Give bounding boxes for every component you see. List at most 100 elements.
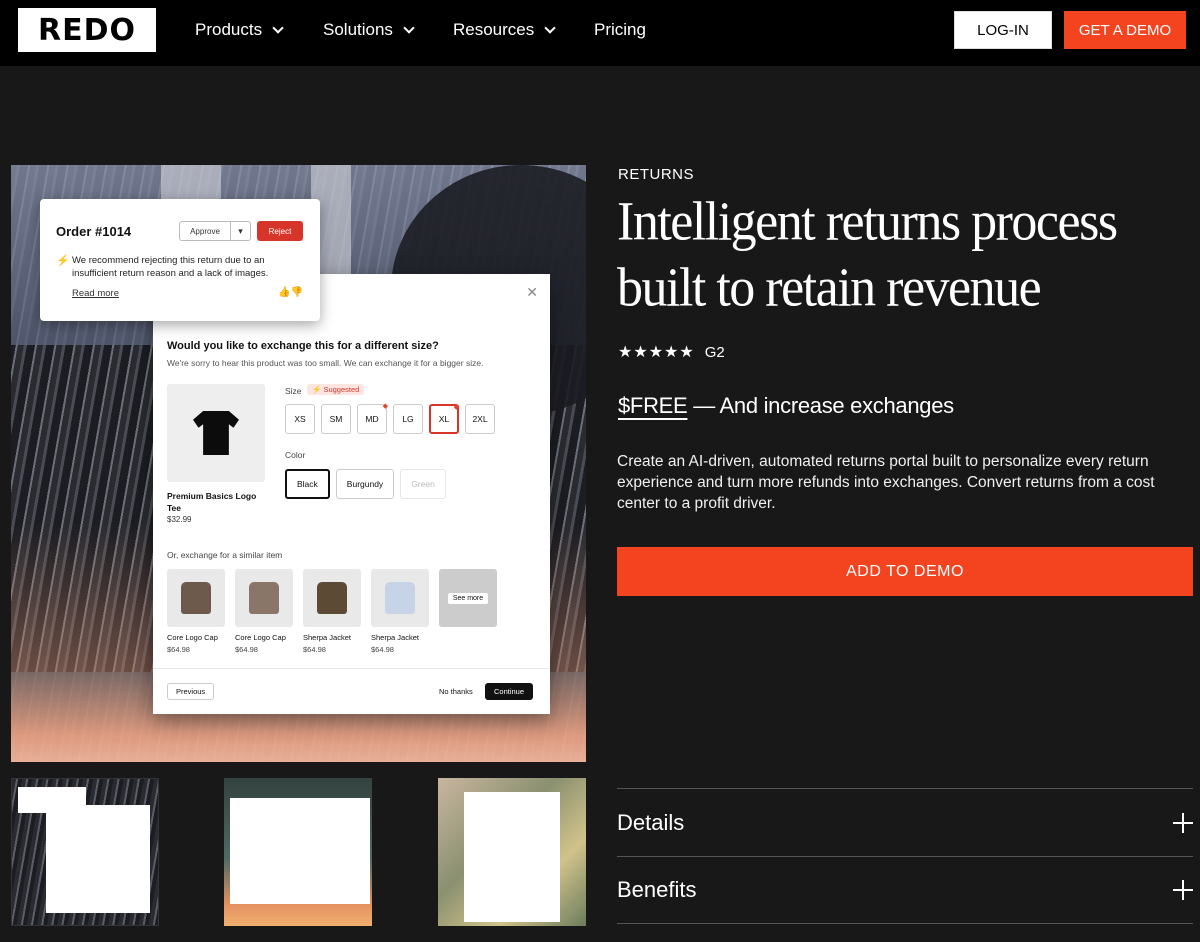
read-more-link[interactable]: Read more	[72, 288, 119, 299]
accordion-details[interactable]: Details	[617, 788, 1193, 856]
close-icon[interactable]: ✕	[526, 284, 538, 301]
size-option-xl-label: XL	[438, 414, 450, 424]
tshirt-icon	[249, 582, 279, 614]
star-rating-icon: ★★★★★	[618, 344, 695, 361]
product-image	[167, 384, 265, 482]
size-option-md-label: MD	[365, 414, 379, 424]
order-title: Order #1014	[56, 224, 132, 239]
jacket-icon	[385, 582, 415, 614]
thumbnail-cart	[464, 792, 560, 922]
similar-item-name: Sherpa Jacket	[371, 633, 419, 642]
similar-item-price: $64.98	[303, 645, 326, 654]
similar-item-image	[371, 569, 429, 627]
size-option-sm[interactable]: SM	[321, 404, 351, 434]
color-option-burgundy[interactable]: Burgundy	[335, 469, 395, 499]
thumbnail-modal	[46, 805, 150, 913]
size-option-lg[interactable]: LG	[393, 404, 423, 434]
approve-group: Approve ▾	[179, 221, 251, 241]
color-option-green[interactable]: Green	[400, 469, 446, 499]
sparkle-icon: ◆	[382, 403, 388, 410]
nav-products[interactable]: Products	[195, 20, 284, 40]
nav-products-label: Products	[195, 20, 263, 39]
size-option-md[interactable]: MD ◆	[357, 403, 388, 434]
chevron-down-icon	[544, 21, 556, 34]
section-eyebrow: RETURNS	[618, 166, 695, 183]
color-option-black[interactable]: Black	[285, 469, 330, 499]
similar-item[interactable]: Sherpa Jacket $64.98	[371, 569, 429, 654]
thumbs-feedback-icon[interactable]: 👍👎	[278, 287, 303, 298]
size-options: XS SM MD ◆ LG XL ◆ 2XL	[285, 403, 495, 434]
product-name: Premium Basics Logo Tee	[167, 491, 257, 513]
exchange-question: Would you like to exchange this for a di…	[167, 340, 439, 352]
similar-item[interactable]: Core Logo Cap $64.98	[235, 569, 293, 654]
top-nav: REDO Products Solutions Resources Pricin…	[0, 0, 1200, 66]
see-more-label: See more	[447, 592, 489, 604]
approve-button[interactable]: Approve	[179, 221, 231, 241]
order-card: Order #1014 Approve ▾ Reject ⚡ We recomm…	[40, 199, 320, 321]
nav-resources[interactable]: Resources	[453, 20, 556, 40]
nav-resources-label: Resources	[453, 20, 535, 39]
gallery-thumbnail-2[interactable]	[224, 778, 372, 926]
suggested-label: Suggested	[323, 385, 360, 394]
rating: ★★★★★ G2	[618, 342, 725, 362]
similar-item-price: $64.98	[371, 645, 394, 654]
accordion-benefits-label: Benefits	[617, 877, 697, 902]
color-label: Color	[285, 450, 306, 460]
similar-item-name: Core Logo Cap	[167, 633, 218, 642]
price-line: $FREE — And increase exchanges	[618, 393, 954, 419]
price-tagline: — And increase exchanges	[687, 393, 954, 418]
similar-item-price: $64.98	[167, 645, 190, 654]
reject-button[interactable]: Reject	[257, 221, 303, 241]
color-options: Black Burgundy Green	[285, 469, 446, 499]
price-free: $FREE	[618, 393, 688, 418]
size-label: Size	[285, 386, 302, 396]
gallery-thumbnail-1[interactable]	[11, 778, 159, 926]
accordion-benefits[interactable]: Benefits	[617, 856, 1193, 924]
gallery-thumbnail-3[interactable]	[438, 778, 586, 926]
nav-pricing-label: Pricing	[594, 20, 646, 39]
similar-item-name: Core Logo Cap	[235, 633, 286, 642]
similar-items-row: Core Logo Cap $64.98 Core Logo Cap $64.9…	[167, 569, 497, 654]
get-demo-button[interactable]: GET A DEMO	[1064, 11, 1186, 49]
plus-icon	[1173, 880, 1193, 900]
size-option-xs[interactable]: XS	[285, 404, 315, 434]
previous-button[interactable]: Previous	[167, 683, 215, 700]
similar-item-name: Sherpa Jacket	[303, 633, 351, 642]
sparkle-icon: ◆	[453, 404, 459, 411]
lightning-icon: ⚡	[56, 255, 70, 267]
login-button[interactable]: LOG-IN	[954, 11, 1052, 49]
modal-footer: Previous No thanks Continue	[153, 668, 550, 714]
similar-item-image	[303, 569, 361, 627]
size-option-xl[interactable]: XL ◆	[429, 404, 459, 434]
similar-items-label: Or, exchange for a similar item	[167, 550, 283, 560]
suggested-badge: ⚡ Suggested	[307, 384, 365, 395]
continue-button[interactable]: Continue	[485, 683, 534, 700]
tshirt-icon	[193, 411, 239, 455]
add-to-demo-button[interactable]: ADD TO DEMO	[617, 547, 1193, 596]
no-thanks-button[interactable]: No thanks	[439, 687, 473, 696]
similar-item[interactable]: Sherpa Jacket $64.98	[303, 569, 361, 654]
order-recommendation: We recommend rejecting this return due t…	[72, 255, 269, 279]
nav-solutions[interactable]: Solutions	[323, 20, 415, 40]
jacket-icon	[317, 582, 347, 614]
similar-item-price: $64.98	[235, 645, 258, 654]
nav-pricing[interactable]: Pricing	[594, 20, 646, 40]
similar-item-image	[235, 569, 293, 627]
thumbnail-orders-table	[230, 798, 370, 904]
exchange-subtext: We're sorry to hear this product was too…	[167, 358, 484, 368]
chevron-down-icon	[403, 21, 415, 34]
redo-logo[interactable]: REDO	[18, 8, 156, 52]
accordion-details-label: Details	[617, 809, 685, 835]
similar-item-image	[167, 569, 225, 627]
size-option-2xl[interactable]: 2XL	[465, 404, 495, 434]
nav-solutions-label: Solutions	[323, 20, 393, 39]
chevron-down-icon[interactable]: ▾	[231, 221, 251, 241]
product-description: Create an AI-driven, automated returns p…	[617, 453, 1155, 512]
similar-item[interactable]: Core Logo Cap $64.98	[167, 569, 225, 654]
plus-icon	[1173, 812, 1193, 833]
chevron-down-icon	[272, 21, 284, 34]
see-more-button[interactable]: See more	[439, 569, 497, 627]
rating-source: G2	[704, 343, 725, 361]
exchange-modal: ✕ Would you like to exchange this for a …	[153, 274, 550, 714]
hero-image: Order #1014 Approve ▾ Reject ⚡ We recomm…	[11, 165, 586, 762]
